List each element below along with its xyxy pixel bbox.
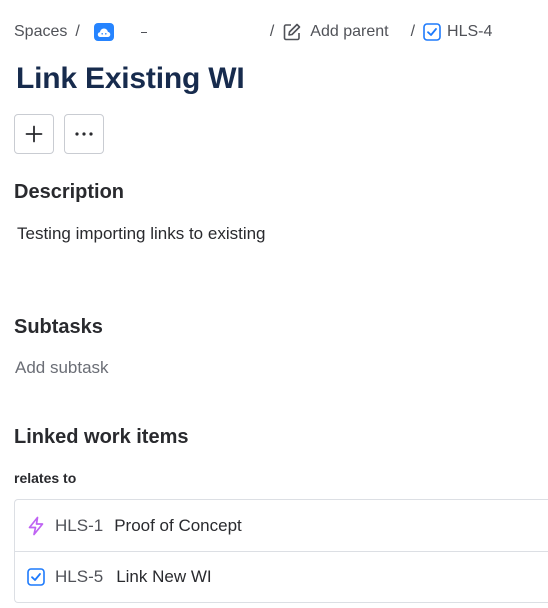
linked-item-summary[interactable]: Proof of Concept (114, 516, 242, 536)
task-checkbox-icon (423, 23, 441, 41)
description-heading: Description (14, 181, 125, 203)
add-subtask-input[interactable]: Add subtask (15, 358, 109, 378)
add-button[interactable] (14, 114, 54, 154)
space-cloud-icon[interactable] (93, 23, 114, 41)
breadcrumb-spaces[interactable]: Spaces (14, 23, 67, 41)
issue-actions (14, 114, 104, 154)
plus-icon (25, 125, 43, 143)
linked-item-key[interactable]: HLS-5 (55, 567, 103, 587)
linked-item-summary[interactable]: Link New WI (116, 567, 211, 587)
more-icon (74, 132, 94, 136)
breadcrumb: Spaces / / Add parent / HLS-4 (14, 20, 492, 44)
add-parent-button[interactable]: Add parent (282, 22, 389, 42)
issue-key-label: HLS-4 (447, 23, 493, 40)
breadcrumb-separator: / (75, 23, 80, 40)
linked-item-row[interactable]: HLS-1 Proof of Concept (15, 500, 548, 551)
breadcrumb-issue-key[interactable]: HLS-4 (423, 23, 492, 41)
linked-item-key[interactable]: HLS-1 (55, 516, 103, 536)
linked-items-list: HLS-1 Proof of Concept HLS-5 Link New WI (14, 499, 548, 603)
issue-page: Spaces / / Add parent / HLS-4 Link Exist… (0, 0, 548, 608)
add-parent-label: Add parent (310, 23, 389, 40)
breadcrumb-separator: / (269, 23, 275, 40)
linked-item-row[interactable]: HLS-5 Link New WI (15, 551, 548, 602)
task-checkbox-icon (25, 566, 47, 588)
epic-lightning-icon (25, 515, 47, 537)
breadcrumb-separator: / (410, 23, 416, 40)
subtasks-heading: Subtasks (14, 316, 103, 338)
more-actions-button[interactable] (64, 114, 104, 154)
edit-pencil-icon (282, 22, 302, 42)
space-name-redacted (140, 32, 147, 33)
relation-label: relates to (14, 470, 77, 486)
linked-work-items-heading: Linked work items (14, 426, 189, 448)
breadcrumb-space-name[interactable] (114, 23, 262, 41)
description-text[interactable]: Testing importing links to existing (17, 224, 266, 244)
page-title[interactable]: Link Existing WI (16, 62, 245, 96)
